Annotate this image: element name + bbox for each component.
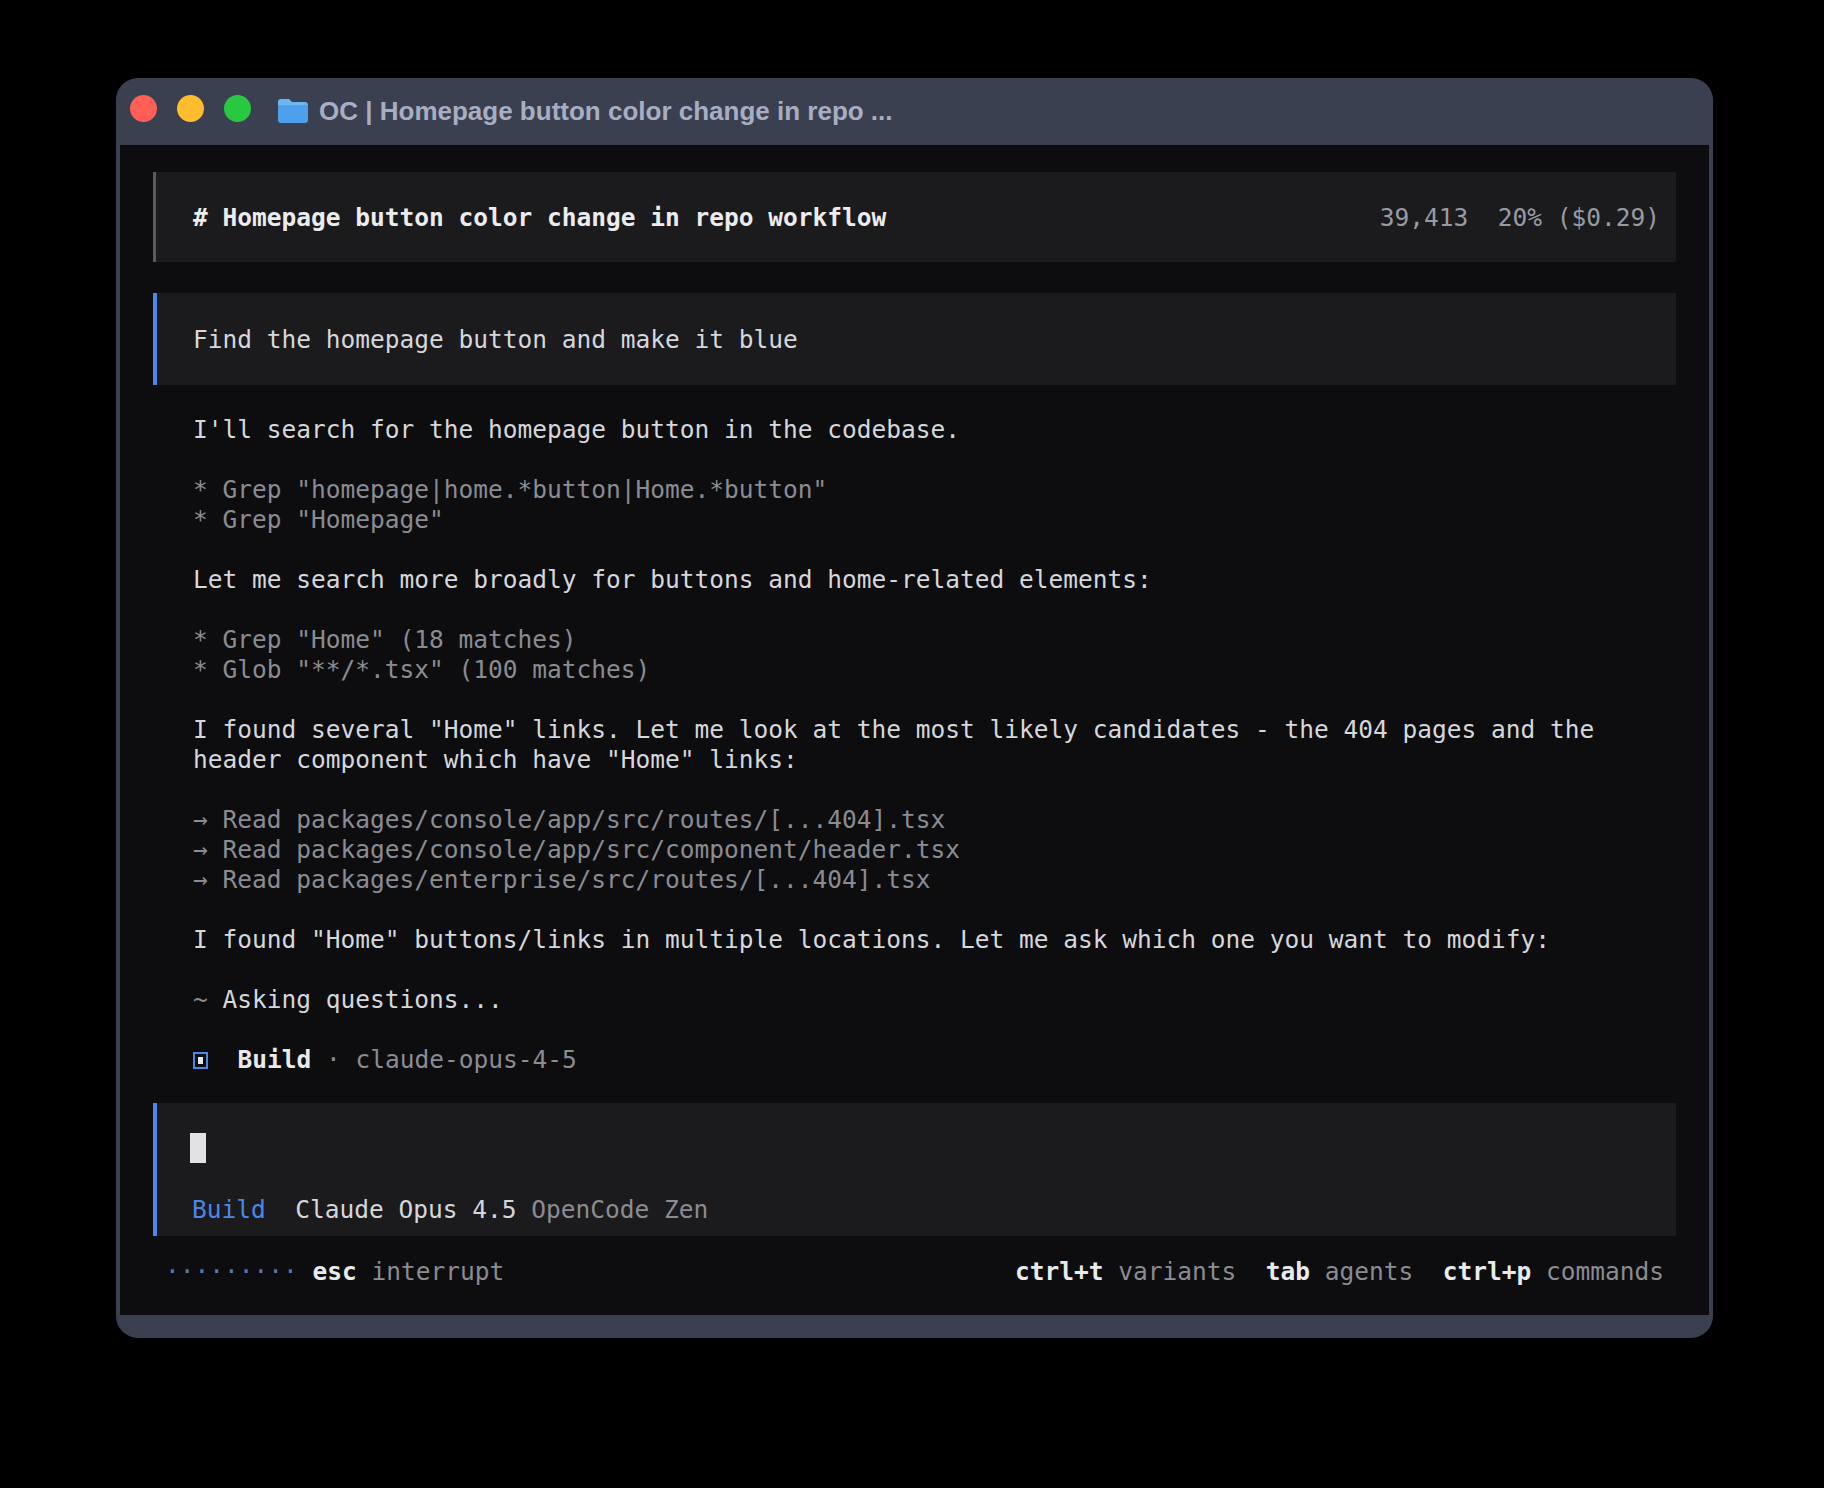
shortcut-key-ctrl-t: ctrl+t xyxy=(1015,1257,1104,1286)
shortcut-label-commands: commands xyxy=(1531,1257,1664,1286)
transcript-gap xyxy=(193,595,1693,625)
esc-key-hint: esc xyxy=(313,1257,357,1286)
esc-action-label: interrupt xyxy=(357,1257,505,1286)
transcript-gap xyxy=(193,775,1693,805)
statusbar-left: ········· esc interrupt xyxy=(165,1257,504,1287)
tool-call-line: * Grep "homepage|home.*button|Home.*butt… xyxy=(193,475,1693,505)
status-text: Asking questions... xyxy=(223,985,503,1014)
assistant-message-line: Let me search more broadly for buttons a… xyxy=(193,565,1693,595)
transcript-gap xyxy=(193,535,1693,565)
status-line: ~ Asking questions... xyxy=(193,985,1693,1015)
user-message-text: Find the homepage button and make it blu… xyxy=(193,325,798,354)
terminal-window: OC | Homepage button color change in rep… xyxy=(116,78,1713,1338)
shortcut-label-agents: agents xyxy=(1310,1257,1413,1286)
status-prefix: ~ xyxy=(193,985,223,1014)
text-cursor xyxy=(190,1133,206,1163)
terminal-content: # Homepage button color change in repo w… xyxy=(120,145,1709,1315)
transcript-gap xyxy=(193,1015,1693,1045)
agent-model: · claude-opus-4-5 xyxy=(311,1045,577,1074)
model-name[interactable]: Claude Opus 4.5 xyxy=(295,1195,516,1224)
shortcut-key-tab: tab xyxy=(1236,1257,1310,1286)
input-mode-line: Build Claude Opus 4.5 OpenCode Zen xyxy=(192,1195,708,1225)
assistant-message-line: I'll search for the homepage button in t… xyxy=(193,415,1693,445)
tool-call-line: * Grep "Homepage" xyxy=(193,505,1693,535)
assistant-message-line: I found several "Home" links. Let me loo… xyxy=(193,715,1693,745)
minimize-button[interactable] xyxy=(177,95,204,122)
tool-call-line: * Glob "**/*.tsx" (100 matches) xyxy=(193,655,1693,685)
session-header: # Homepage button color change in repo w… xyxy=(153,172,1676,262)
shortcut-key-ctrl-p: ctrl+p xyxy=(1413,1257,1531,1286)
session-stats: 39,413 20% ($0.29) xyxy=(1380,203,1660,232)
transcript-gap xyxy=(193,955,1693,985)
agent-badge: Build · claude-opus-4-5 xyxy=(193,1045,1693,1075)
session-title: # Homepage button color change in repo w… xyxy=(193,203,886,232)
tool-call-line: * Grep "Home" (18 matches) xyxy=(193,625,1693,655)
close-button[interactable] xyxy=(130,95,157,122)
zoom-button[interactable] xyxy=(224,95,251,122)
prompt-input[interactable]: Build Claude Opus 4.5 OpenCode Zen xyxy=(153,1103,1676,1236)
statusbar-right: ctrl+t variants tab agents ctrl+p comman… xyxy=(1015,1257,1664,1287)
transcript: I'll search for the homepage button in t… xyxy=(193,415,1693,1075)
agent-mode[interactable]: Build xyxy=(192,1195,266,1224)
shortcut-label-variants: variants xyxy=(1103,1257,1236,1286)
agent-icon xyxy=(193,1052,208,1069)
progress-dots: ········· xyxy=(165,1257,298,1286)
tool-call-line: → Read packages/console/app/src/routes/[… xyxy=(193,805,1693,835)
statusbar: ········· esc interrupt ctrl+t variants … xyxy=(120,1257,1709,1287)
tool-call-line: → Read packages/console/app/src/componen… xyxy=(193,835,1693,865)
transcript-gap xyxy=(193,685,1693,715)
transcript-gap xyxy=(193,895,1693,925)
tool-call-line: → Read packages/enterprise/src/routes/[.… xyxy=(193,865,1693,895)
assistant-message-line: header component which have "Home" links… xyxy=(193,745,1693,775)
titlebar[interactable]: OC | Homepage button color change in rep… xyxy=(116,78,1713,145)
user-message: Find the homepage button and make it blu… xyxy=(153,293,1676,385)
transcript-gap xyxy=(193,445,1693,475)
agent-name: Build xyxy=(208,1045,311,1074)
assistant-message-line: I found "Home" buttons/links in multiple… xyxy=(193,925,1693,955)
model-provider: OpenCode Zen xyxy=(531,1195,708,1224)
window-title: OC | Homepage button color change in rep… xyxy=(319,78,893,145)
folder-icon xyxy=(277,97,309,124)
